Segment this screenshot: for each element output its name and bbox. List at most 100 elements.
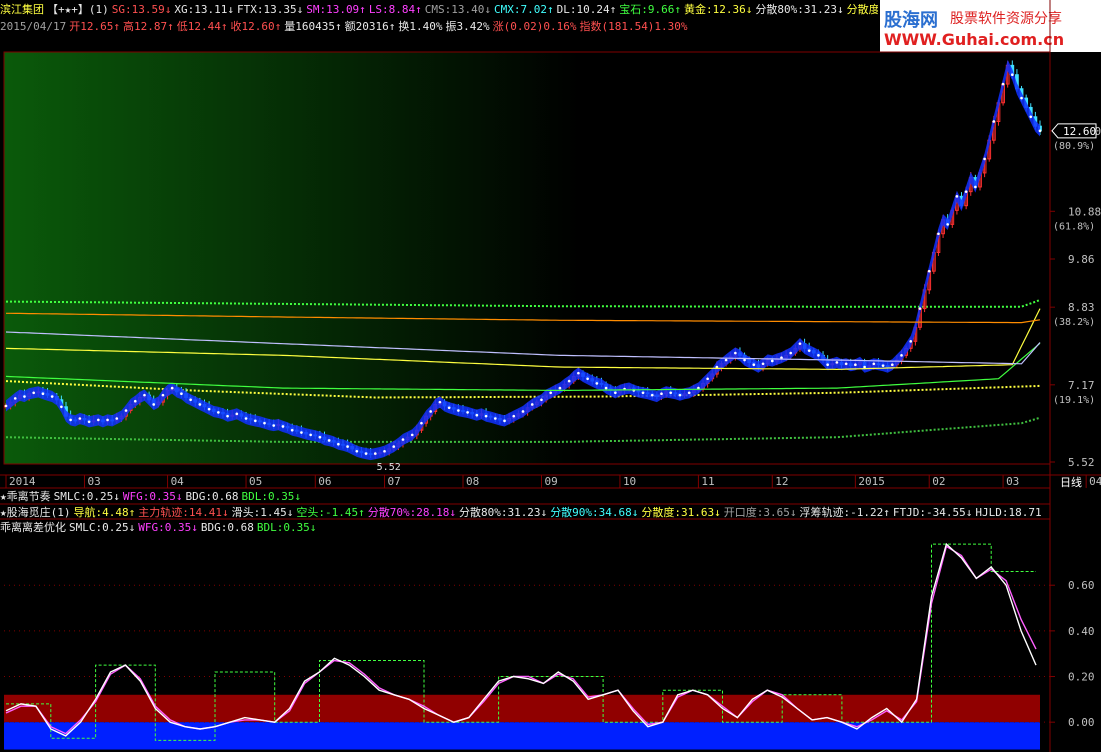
trend-dot (595, 382, 599, 385)
trend-dot (734, 351, 737, 355)
y-tick-label: 10.88 (1068, 205, 1101, 218)
sub2-item: 开口度:3.65↓ (723, 506, 797, 519)
trend-dot (429, 410, 432, 413)
sub3-item: WFG:0.35↓ (138, 521, 198, 534)
trend-dot (964, 190, 968, 193)
x-tick-label: 12 (775, 475, 788, 488)
trend-dot (909, 340, 913, 343)
trend-dot (567, 379, 571, 383)
x-tick-label: 09 (544, 475, 557, 488)
osc-band (4, 694, 1040, 723)
trend-dot (170, 386, 174, 390)
trend-dot (69, 418, 72, 422)
trend-dot (87, 420, 91, 424)
trend-dot (97, 418, 100, 422)
sub3-item: BDL:0.35↓ (256, 521, 317, 534)
trend-dot (309, 433, 312, 437)
trend-dot (521, 410, 525, 413)
trend-dot (641, 391, 645, 395)
sub2-item: FTJD:-34.55↓ (892, 506, 973, 519)
sub3-item: SMLC:0.25↓ (69, 521, 136, 534)
trend-dot (1029, 115, 1033, 119)
trend-dot (706, 377, 709, 381)
x-tick-label: 10 (623, 475, 636, 488)
trend-dot (863, 365, 866, 369)
sub3-item: BDG:0.68 (200, 521, 254, 534)
trend-dot (198, 403, 202, 406)
trend-dot (955, 195, 959, 198)
trend-dot (115, 417, 119, 420)
x-tick-label: 03 (1006, 475, 1019, 488)
trend-dot (373, 452, 377, 455)
trend-dot (743, 358, 746, 362)
trend-dot (78, 417, 82, 420)
trend-dot (992, 120, 996, 123)
trend-dot (660, 392, 663, 396)
trend-dot (401, 438, 405, 441)
indicator-line-2[interactable]: ★股海觅庄(1) 导航:4.48↑ 主力轨迹:14.41↓ 滑头:1.45↓ 空头:-1… (0, 505, 1050, 521)
y-tick-label: 7.17 (1068, 379, 1095, 392)
trend-dot (817, 354, 820, 357)
trend-dot (946, 223, 949, 226)
trend-dot (558, 386, 562, 390)
x-tick-label: 04 (171, 475, 185, 488)
trend-dot (512, 414, 516, 418)
sub1-item: SMLC:0.25↓ (53, 490, 120, 503)
trend-dot (604, 386, 608, 390)
trend-dot (447, 406, 451, 410)
trend-dot (337, 442, 340, 446)
trend-dot (807, 349, 811, 352)
osc-y-label: 0.20 (1068, 671, 1095, 684)
trend-dot (410, 433, 414, 437)
indicator-line-3[interactable]: 乖离离差优化 SMLC:0.25↓ WFG:0.35↓ BDG:0.68 BDL:0.3… (0, 520, 1050, 536)
sub2-item: 分散度:31.63↓ (641, 506, 721, 519)
trend-dot (244, 417, 248, 420)
x-tick-label: 11 (701, 475, 714, 488)
x-tick-label: 05 (249, 475, 262, 488)
trend-dot (217, 411, 220, 414)
sub2-item: 浮筹轨迹:-1.22↑ (799, 506, 890, 519)
trend-dot (854, 363, 857, 367)
trend-dot (890, 363, 894, 367)
trend-dot (23, 395, 26, 398)
sub2-item: ★股海觅庄(1) (0, 506, 71, 519)
pct-label: (19.1%) (1053, 395, 1095, 406)
y-tick-label: 5.52 (1068, 456, 1095, 469)
trend-dot (900, 354, 903, 357)
y-tick-label: 9.86 (1068, 253, 1095, 266)
trend-dot (4, 404, 8, 408)
trend-dot (32, 391, 35, 395)
trend-dot (484, 414, 488, 418)
trend-dot (770, 359, 774, 363)
trend-dot (106, 418, 109, 422)
trend-dot (383, 449, 386, 453)
trend-dot (124, 409, 128, 412)
trend-dot (143, 393, 146, 397)
trend-dot (577, 371, 580, 375)
trend-dot (872, 362, 876, 366)
trend-dot (133, 399, 137, 403)
trend-dot (263, 421, 266, 425)
trend-dot (318, 435, 322, 439)
osc-y-label: 0.60 (1068, 579, 1095, 592)
trend-dot (235, 412, 239, 416)
pct-label: (61.8%) (1053, 221, 1095, 232)
trend-dot (983, 157, 986, 161)
sub1-item: WFG:0.35↓ (122, 490, 183, 503)
current-price-label: 12.60 (1063, 125, 1096, 138)
trend-dot (226, 414, 229, 418)
trend-dot (281, 425, 285, 428)
trend-dot (540, 398, 543, 402)
price-chart[interactable]: 5.52 12.60 10.88 9.86 8.83 7.17 5.52 (80.9%) (6… (0, 0, 1101, 752)
trend-dot (549, 391, 552, 395)
trend-dot (50, 395, 54, 398)
indicator-line-1[interactable]: ★乖离节奏 SMLC:0.25↓ WFG:0.35↓ BDG:0.68 BDL:0.35… (0, 489, 1050, 505)
sub2-item: 主力轨迹:14.41↓ (138, 506, 229, 519)
low-mark-label: 5.52 (377, 462, 401, 473)
trend-dot (364, 452, 368, 455)
trend-dot (152, 403, 156, 406)
trend-dot (752, 363, 756, 367)
sub2-item: HJLD:18.71 (975, 506, 1042, 519)
sub3-item: 乖离离差优化 (0, 521, 66, 534)
trend-dot (1038, 129, 1042, 133)
